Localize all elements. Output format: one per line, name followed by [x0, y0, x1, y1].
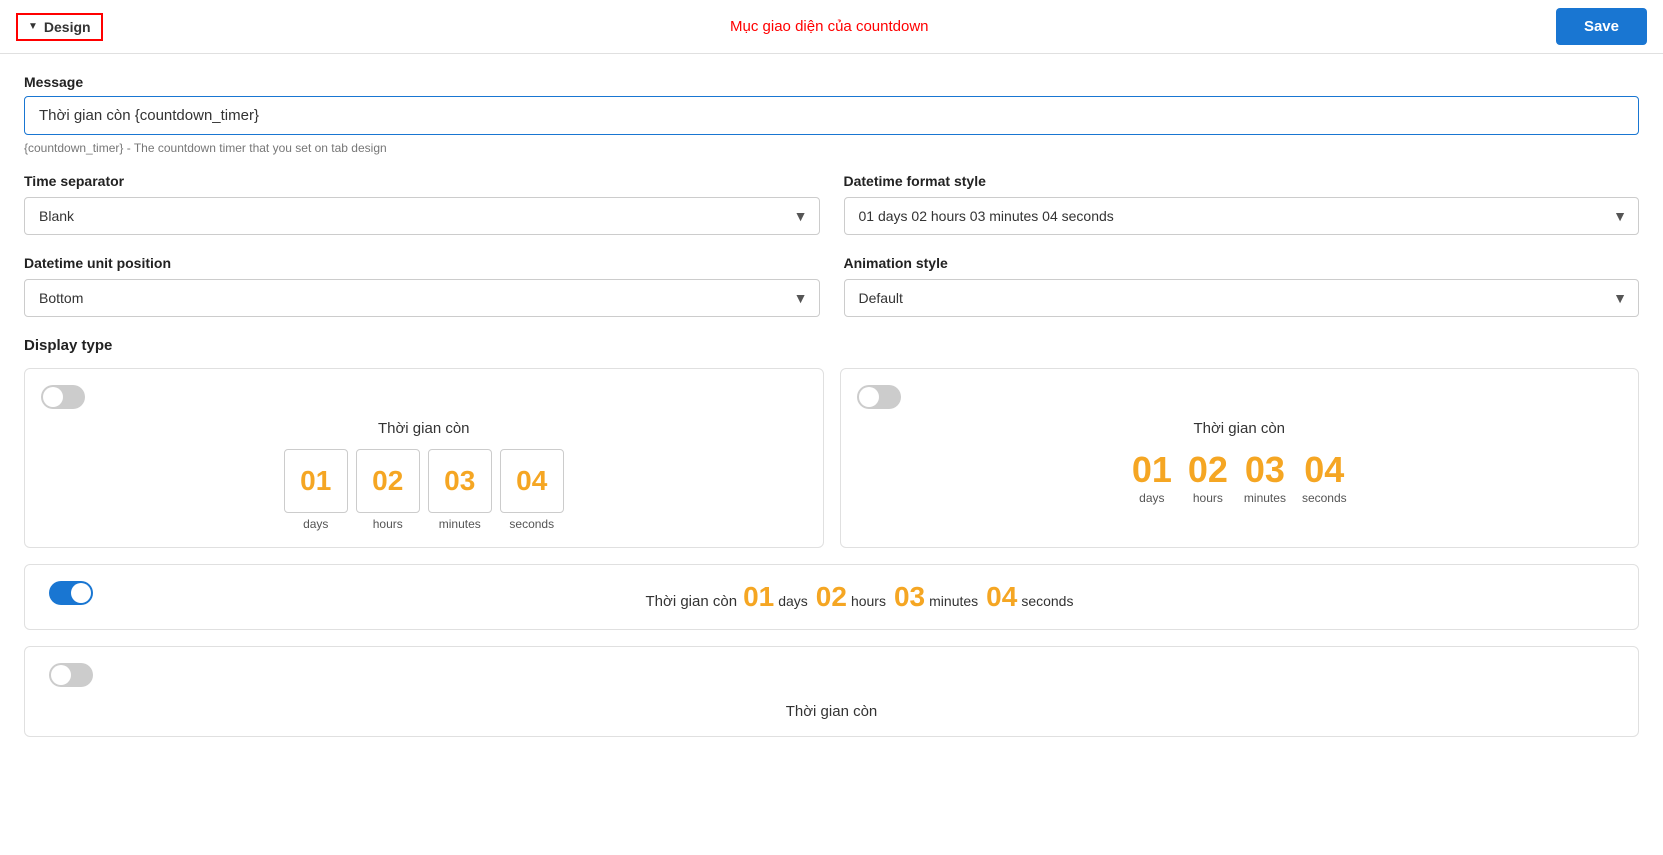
- animation-style-label: Animation style: [844, 255, 1640, 271]
- toggle-4-slider: [49, 663, 93, 687]
- main-content: Message {countdown_timer} - The countdow…: [0, 54, 1663, 855]
- display-cards-row: Thời gian còn 01 days 02 hours 03 minute…: [24, 368, 1639, 548]
- datetime-unit-position-select[interactable]: Bottom Top None: [24, 279, 820, 317]
- card1-days-label: days: [303, 517, 328, 531]
- card4-title: Thời gian còn: [786, 703, 878, 720]
- card1-minutes-label: minutes: [439, 517, 481, 531]
- card2-days-value: 01: [1132, 449, 1172, 491]
- design-tab[interactable]: ▼ Design: [16, 13, 103, 41]
- card3-days-value: 01: [743, 581, 774, 613]
- card1-seconds-label: seconds: [509, 517, 554, 531]
- card3-hours-value: 02: [816, 581, 847, 613]
- card2-hours-label: hours: [1193, 491, 1223, 505]
- datetime-unit-position-label: Datetime unit position: [24, 255, 820, 271]
- card2-hours-value: 02: [1188, 449, 1228, 491]
- animation-style-select-wrapper: Default Fade Slide ▼: [844, 279, 1640, 317]
- card3-seconds-unit: seconds: [1021, 593, 1073, 609]
- design-tab-label: Design: [44, 19, 91, 35]
- card1-hours-value: 02: [356, 449, 420, 513]
- card2-title: Thời gian còn: [857, 420, 1623, 437]
- card2-minutes-label: minutes: [1244, 491, 1286, 505]
- card1-minutes-value: 03: [428, 449, 492, 513]
- card1-countdown: 01 days 02 hours 03 minutes 04 seconds: [41, 449, 807, 531]
- animation-style-select[interactable]: Default Fade Slide: [844, 279, 1640, 317]
- display-card-4: Thời gian còn: [24, 646, 1639, 737]
- card2-days: 01 days: [1132, 449, 1172, 505]
- datetime-format-select[interactable]: 01 days 02 hours 03 minutes 04 seconds: [844, 197, 1640, 235]
- arrow-icon: ▼: [28, 21, 38, 32]
- card3-seconds-value: 04: [986, 581, 1017, 613]
- card1-days-value: 01: [284, 449, 348, 513]
- display-type-label: Display type: [24, 337, 1639, 354]
- card1-hours: 02 hours: [356, 449, 420, 531]
- time-separator-col: Time separator Blank Colon Dash ▼: [24, 173, 820, 235]
- datetime-unit-position-col: Datetime unit position Bottom Top None ▼: [24, 255, 820, 317]
- card3-countdown: Thời gian còn 01 days 02 hours 03 minute…: [109, 581, 1614, 613]
- message-label: Message: [24, 74, 1639, 90]
- save-button[interactable]: Save: [1556, 8, 1647, 45]
- time-separator-select[interactable]: Blank Colon Dash: [24, 197, 820, 235]
- toggle-1[interactable]: [41, 385, 85, 409]
- toggle-2[interactable]: [857, 385, 901, 409]
- card3-minutes-value: 03: [894, 581, 925, 613]
- card3-days-unit: days: [778, 593, 808, 609]
- datetime-format-label: Datetime format style: [844, 173, 1640, 189]
- toggle-3-slider: [49, 581, 93, 605]
- card2-seconds: 04 seconds: [1302, 449, 1347, 505]
- message-input[interactable]: [24, 96, 1639, 135]
- time-separator-label: Time separator: [24, 173, 820, 189]
- card1-hours-label: hours: [373, 517, 403, 531]
- tab-title: Mục giao diện của countdown: [103, 18, 1556, 35]
- card2-countdown: 01 days 02 hours 03 minutes 04 seconds: [857, 449, 1623, 505]
- card2-minutes: 03 minutes: [1244, 449, 1286, 505]
- display-card-3: Thời gian còn 01 days 02 hours 03 minute…: [24, 564, 1639, 630]
- card2-days-label: days: [1139, 491, 1164, 505]
- display-card-1: Thời gian còn 01 days 02 hours 03 minute…: [24, 368, 824, 548]
- datetime-format-select-wrapper: 01 days 02 hours 03 minutes 04 seconds ▼: [844, 197, 1640, 235]
- card1-minutes: 03 minutes: [428, 449, 492, 531]
- animation-style-col: Animation style Default Fade Slide ▼: [844, 255, 1640, 317]
- card1-seconds: 04 seconds: [500, 449, 564, 531]
- card1-seconds-value: 04: [500, 449, 564, 513]
- toggle-4[interactable]: [49, 663, 93, 687]
- card3-prefix: Thời gian còn: [646, 593, 738, 610]
- card1-days: 01 days: [284, 449, 348, 531]
- form-row-1: Time separator Blank Colon Dash ▼ Dateti…: [24, 173, 1639, 235]
- top-bar: ▼ Design Mục giao diện của countdown Sav…: [0, 0, 1663, 54]
- form-row-2: Datetime unit position Bottom Top None ▼…: [24, 255, 1639, 317]
- toggle-2-slider: [857, 385, 901, 409]
- toggle-1-slider: [41, 385, 85, 409]
- card3-minutes-unit: minutes: [929, 593, 978, 609]
- time-separator-select-wrapper: Blank Colon Dash ▼: [24, 197, 820, 235]
- card2-minutes-value: 03: [1245, 449, 1285, 491]
- card2-seconds-value: 04: [1304, 449, 1344, 491]
- toggle-3[interactable]: [49, 581, 93, 605]
- message-hint: {countdown_timer} - The countdown timer …: [24, 141, 1639, 155]
- card2-hours: 02 hours: [1188, 449, 1228, 505]
- card2-seconds-label: seconds: [1302, 491, 1347, 505]
- card1-title: Thời gian còn: [41, 420, 807, 437]
- display-card-2: Thời gian còn 01 days 02 hours 03 minute…: [840, 368, 1640, 548]
- datetime-format-col: Datetime format style 01 days 02 hours 0…: [844, 173, 1640, 235]
- card3-hours-unit: hours: [851, 593, 886, 609]
- datetime-unit-position-select-wrapper: Bottom Top None ▼: [24, 279, 820, 317]
